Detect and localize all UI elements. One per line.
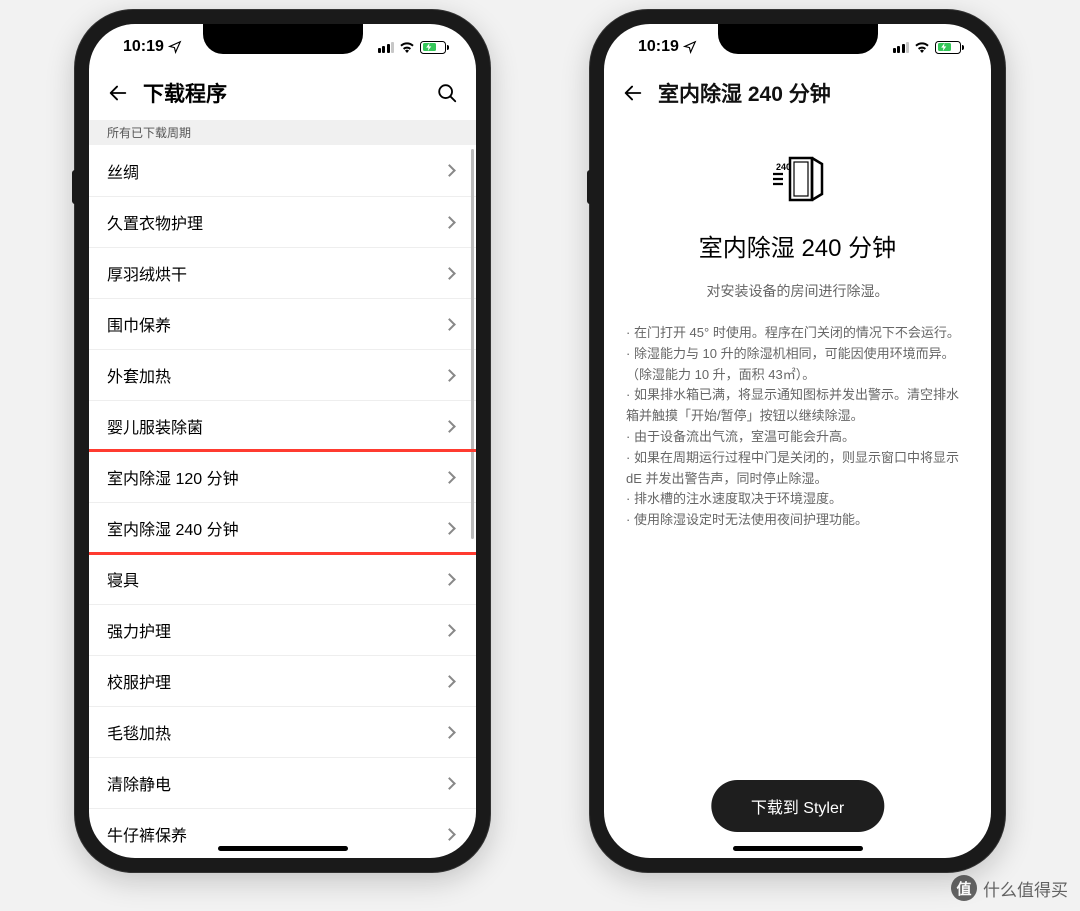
chevron-right-icon: [443, 471, 456, 484]
chevron-right-icon: [443, 675, 456, 688]
phone-right: 10:19 室内除湿 240 分钟 240 室内除湿 240: [590, 10, 1005, 872]
list-item[interactable]: 清除静电: [89, 757, 476, 808]
page-title: 下载程序: [143, 78, 422, 108]
list-item[interactable]: 婴儿服装除菌: [89, 400, 476, 451]
chevron-right-icon: [443, 726, 456, 739]
list-item[interactable]: 外套加热: [89, 349, 476, 400]
watermark-text: 什么值得买: [983, 876, 1068, 901]
chevron-right-icon: [443, 828, 456, 841]
detail-description: · 在门打开 45° 时使用。程序在门关闭的情况下不会运行。· 除湿能力与 10…: [626, 323, 969, 531]
cellular-icon: [378, 41, 395, 53]
description-line: · 排水槽的注水速度取决于环境湿度。: [626, 489, 969, 510]
phone-left: 10:19 下载程序 所有已下载周期 丝绸久置衣物护理厚羽绒烘干围巾保养外套加热…: [75, 10, 490, 872]
list-item[interactable]: 久置衣物护理: [89, 196, 476, 247]
list-item-label: 室内除湿 120 分钟: [107, 465, 239, 489]
watermark-badge-icon: 值: [951, 875, 977, 901]
list-item[interactable]: 强力护理: [89, 604, 476, 655]
search-icon[interactable]: [436, 82, 458, 104]
back-icon[interactable]: [107, 82, 129, 104]
app-header: 室内除湿 240 分钟: [604, 70, 991, 120]
list-item[interactable]: 室内除湿 240 分钟: [89, 502, 476, 553]
chevron-right-icon: [443, 573, 456, 586]
description-line: · 如果在周期运行过程中门是关闭的，则显示窗口中将显示 dE 并发出警告声，同时…: [626, 448, 969, 490]
battery-icon: [420, 41, 446, 54]
description-line: · 由于设备流出气流，室温可能会升高。: [626, 427, 969, 448]
list-item-label: 校服护理: [107, 669, 171, 693]
list-item-label: 室内除湿 240 分钟: [107, 516, 239, 540]
list-item-label: 牛仔裤保养: [107, 822, 187, 846]
program-list[interactable]: 丝绸久置衣物护理厚羽绒烘干围巾保养外套加热婴儿服装除菌室内除湿 120 分钟室内…: [89, 145, 476, 858]
status-time: 10:19: [123, 38, 164, 56]
list-item[interactable]: 毛毯加热: [89, 706, 476, 757]
list-item[interactable]: 厚羽绒烘干: [89, 247, 476, 298]
list-item[interactable]: 室内除湿 120 分钟: [89, 451, 476, 502]
notch: [718, 24, 878, 54]
section-header: 所有已下载周期: [89, 120, 476, 145]
app-header: 下载程序: [89, 70, 476, 120]
list-item-label: 毛毯加热: [107, 720, 171, 744]
chevron-right-icon: [443, 777, 456, 790]
list-item-label: 外套加热: [107, 363, 171, 387]
detail-title: 室内除湿 240 分钟: [699, 228, 896, 263]
home-indicator[interactable]: [218, 846, 348, 851]
list-item-label: 婴儿服装除菌: [107, 414, 203, 438]
chevron-right-icon: [443, 318, 456, 331]
dehumidify-icon: 240: [770, 150, 826, 206]
location-icon: [168, 40, 182, 54]
screen-right: 10:19 室内除湿 240 分钟 240 室内除湿 240: [604, 24, 991, 858]
back-icon[interactable]: [622, 82, 644, 104]
list-item[interactable]: 校服护理: [89, 655, 476, 706]
notch: [203, 24, 363, 54]
cellular-icon: [893, 41, 910, 53]
detail-body: 240 室内除湿 240 分钟 对安装设备的房间进行除湿。 · 在门打开 45°…: [604, 120, 991, 858]
chevron-right-icon: [443, 164, 456, 177]
watermark: 值 什么值得买: [951, 875, 1068, 901]
chevron-right-icon: [443, 420, 456, 433]
status-time: 10:19: [638, 38, 679, 56]
scroll-indicator: [471, 149, 474, 539]
list-item-label: 丝绸: [107, 159, 139, 183]
list-item-label: 久置衣物护理: [107, 210, 203, 234]
chevron-right-icon: [443, 522, 456, 535]
download-button[interactable]: 下载到 Styler: [711, 780, 884, 832]
wifi-icon: [914, 41, 930, 53]
description-line: · 在门打开 45° 时使用。程序在门关闭的情况下不会运行。: [626, 323, 969, 344]
list-item-label: 厚羽绒烘干: [107, 261, 187, 285]
chevron-right-icon: [443, 624, 456, 637]
chevron-right-icon: [443, 267, 456, 280]
description-line: · 如果排水箱已满，将显示通知图标并发出警示。清空排水箱并触摸「开始/暂停」按钮…: [626, 385, 969, 427]
list-item[interactable]: 寝具: [89, 553, 476, 604]
chevron-right-icon: [443, 369, 456, 382]
screen-left: 10:19 下载程序 所有已下载周期 丝绸久置衣物护理厚羽绒烘干围巾保养外套加热…: [89, 24, 476, 858]
battery-icon: [935, 41, 961, 54]
page-title: 室内除湿 240 分钟: [658, 78, 973, 108]
location-icon: [683, 40, 697, 54]
list-item-label: 强力护理: [107, 618, 171, 642]
list-item-label: 清除静电: [107, 771, 171, 795]
wifi-icon: [399, 41, 415, 53]
description-line: · 除湿能力与 10 升的除湿机相同，可能因使用环境而异。（除湿能力 10 升，…: [626, 344, 969, 386]
list-item-label: 寝具: [107, 567, 139, 591]
description-line: · 使用除湿设定时无法使用夜间护理功能。: [626, 510, 969, 531]
list-item[interactable]: 围巾保养: [89, 298, 476, 349]
chevron-right-icon: [443, 216, 456, 229]
list-item[interactable]: 丝绸: [89, 145, 476, 196]
detail-subtitle: 对安装设备的房间进行除湿。: [707, 281, 889, 301]
home-indicator[interactable]: [733, 846, 863, 851]
list-item-label: 围巾保养: [107, 312, 171, 336]
